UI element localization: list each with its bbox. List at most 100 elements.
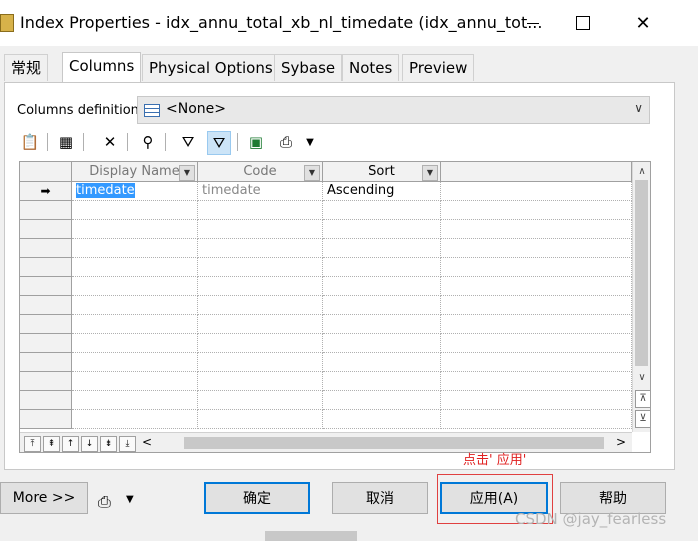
scroll-page-up-icon[interactable]: ⊼ [635, 390, 650, 408]
grid-cell[interactable] [323, 372, 441, 391]
grid-cell[interactable] [323, 201, 441, 220]
horizontal-scroll-thumb[interactable] [184, 437, 604, 449]
grid-cell[interactable] [323, 410, 441, 429]
properties-icon[interactable]: 📋 [19, 131, 41, 153]
grid-cell[interactable] [72, 201, 198, 220]
horizontal-scrollbar[interactable]: ⤒ ⇞ ↑ ↓ ⇟ ⤓ < > [20, 432, 632, 452]
grid-cell[interactable] [441, 372, 632, 391]
scroll-left-icon[interactable]: < [142, 435, 152, 449]
grid-cell[interactable] [198, 296, 323, 315]
grid-cell[interactable] [323, 258, 441, 277]
row-header[interactable] [20, 220, 72, 239]
grid-cell[interactable] [72, 220, 198, 239]
tab-sybase[interactable]: Sybase [274, 54, 343, 81]
vertical-scroll-thumb[interactable] [635, 180, 648, 366]
grid-cell[interactable] [72, 296, 198, 315]
grid-cell[interactable] [72, 277, 198, 296]
add-columns-icon[interactable]: ▦ [55, 131, 77, 153]
grid-cell[interactable] [72, 239, 198, 258]
close-button[interactable]: ✕ [620, 8, 666, 38]
ok-button[interactable]: 确定 [204, 482, 310, 514]
scroll-right-icon[interactable]: > [616, 435, 626, 449]
vertical-scrollbar[interactable]: ∧ ∨ ⊼ ⊻ [632, 162, 650, 432]
maximize-button[interactable] [560, 8, 606, 38]
grid-cell[interactable] [72, 372, 198, 391]
chevron-down-icon[interactable]: ▼ [304, 165, 320, 181]
grid-cell[interactable] [441, 410, 632, 429]
move-page-up-icon[interactable]: ⇞ [43, 436, 60, 452]
tab-preview[interactable]: Preview [402, 54, 475, 81]
move-bottom-icon[interactable]: ⤓ [119, 436, 136, 452]
row-header-current[interactable]: ➡ [20, 182, 72, 201]
grid-cell[interactable] [441, 277, 632, 296]
find-icon[interactable]: ⚲ [137, 131, 159, 153]
row-header[interactable] [20, 410, 72, 429]
grid-cell[interactable] [72, 353, 198, 372]
grid-cell[interactable] [72, 410, 198, 429]
grid-cell[interactable] [198, 220, 323, 239]
grid-cell[interactable] [72, 334, 198, 353]
cell-code[interactable]: timedate [198, 182, 323, 201]
grid-cell[interactable] [441, 334, 632, 353]
grid-cell[interactable] [198, 391, 323, 410]
grid-cell[interactable] [72, 258, 198, 277]
row-header[interactable] [20, 239, 72, 258]
grid-cell[interactable] [198, 201, 323, 220]
tab-notes[interactable]: Notes [342, 54, 400, 81]
grid-cell[interactable] [441, 258, 632, 277]
chevron-down-icon[interactable]: ▼ [179, 165, 195, 181]
grid-cell[interactable] [441, 315, 632, 334]
grid-cell[interactable] [198, 410, 323, 429]
grid-cell[interactable] [441, 239, 632, 258]
grid-cell[interactable] [72, 391, 198, 410]
columns-definition-select[interactable]: <None> ∨ [137, 96, 650, 124]
grid-cell[interactable] [198, 372, 323, 391]
grid-cell[interactable] [441, 220, 632, 239]
scroll-up-icon[interactable]: ∧ [635, 164, 649, 180]
grid-cell[interactable] [323, 353, 441, 372]
grid-cell[interactable] [198, 334, 323, 353]
row-header[interactable] [20, 201, 72, 220]
grid-cell[interactable] [323, 315, 441, 334]
move-up-icon[interactable]: ↑ [62, 436, 79, 452]
row-header[interactable] [20, 334, 72, 353]
grid-cell[interactable] [323, 277, 441, 296]
delete-icon[interactable]: ✕ [99, 131, 121, 153]
filter-toggle-icon[interactable]: ⛛ [207, 131, 231, 155]
tab-general[interactable]: 常规 [4, 54, 49, 81]
chevron-down-icon[interactable]: ▼ [126, 494, 134, 505]
grid-cell[interactable] [198, 353, 323, 372]
tab-columns[interactable]: Columns [62, 52, 142, 83]
row-header[interactable] [20, 296, 72, 315]
print-icon[interactable]: ⎙ [275, 131, 297, 153]
move-top-icon[interactable]: ⤒ [24, 436, 41, 452]
grid-cell[interactable] [441, 391, 632, 410]
row-header[interactable] [20, 258, 72, 277]
grid-cell[interactable] [198, 239, 323, 258]
row-header[interactable] [20, 353, 72, 372]
scroll-down-icon[interactable]: ∨ [635, 370, 649, 386]
minimize-button[interactable] [510, 8, 556, 38]
print-icon[interactable]: ⎙ [98, 492, 120, 512]
grid-cell[interactable] [198, 258, 323, 277]
column-header-sort[interactable]: Sort ▼ [323, 162, 441, 182]
row-header[interactable] [20, 315, 72, 334]
grid-cell[interactable] [323, 239, 441, 258]
grid-cell[interactable] [323, 391, 441, 410]
scroll-page-down-icon[interactable]: ⊻ [635, 410, 650, 428]
excel-export-icon[interactable]: ▣ [245, 131, 267, 153]
cell-display-name[interactable]: timedate [72, 182, 198, 201]
grid-cell[interactable] [441, 296, 632, 315]
move-down-icon[interactable]: ↓ [81, 436, 98, 452]
chevron-down-icon[interactable]: ▼ [422, 165, 438, 181]
chevron-down-icon[interactable]: ▼ [299, 131, 321, 153]
row-header[interactable] [20, 391, 72, 410]
cell-sort[interactable]: Ascending [323, 182, 441, 201]
tab-physical-options[interactable]: Physical Options [142, 54, 280, 81]
grid-cell[interactable] [323, 296, 441, 315]
grid-cell[interactable] [72, 315, 198, 334]
cancel-button[interactable]: 取消 [332, 482, 428, 514]
row-header[interactable] [20, 372, 72, 391]
column-header-code[interactable]: Code ▼ [198, 162, 323, 182]
more-button[interactable]: More >> [0, 482, 88, 514]
